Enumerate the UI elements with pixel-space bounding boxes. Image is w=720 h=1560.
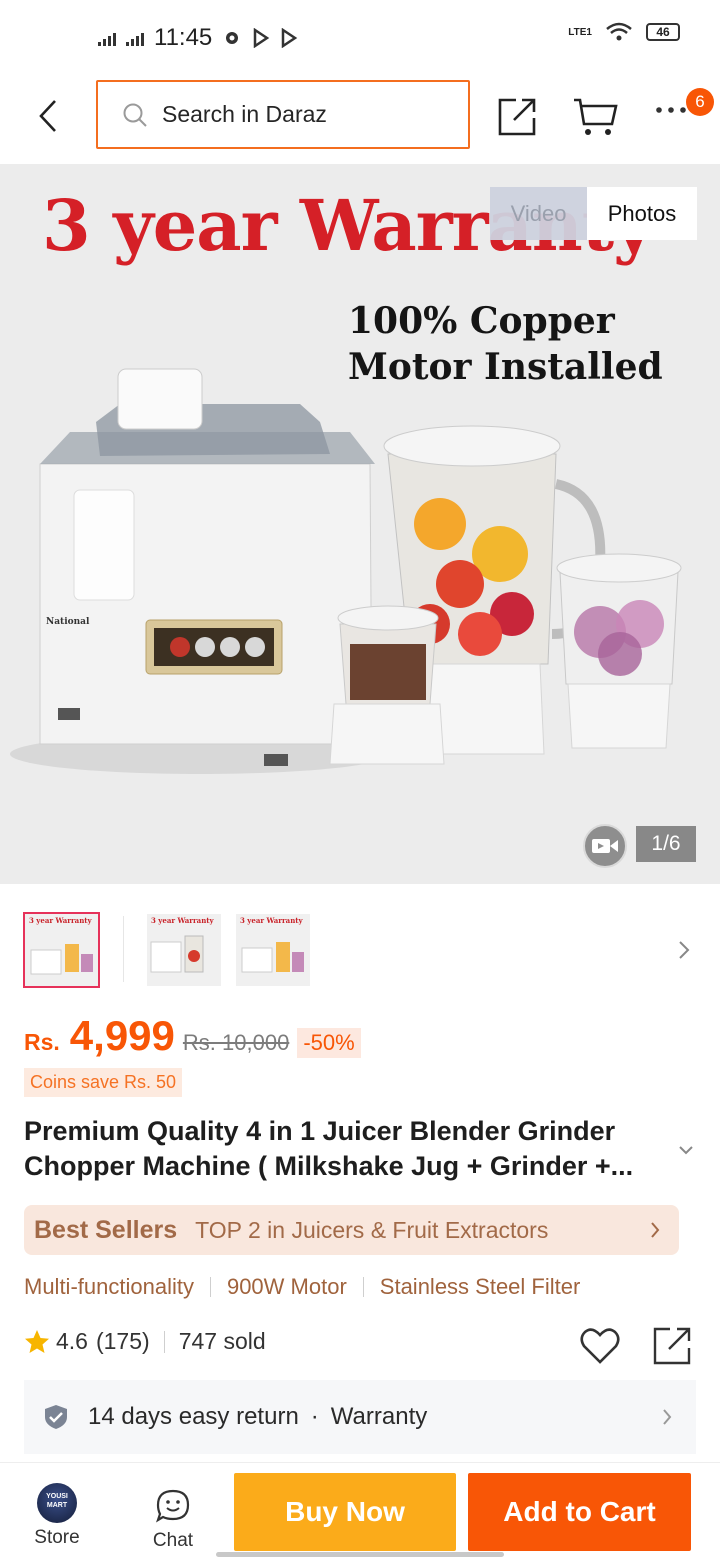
tab-video[interactable]: Video: [490, 187, 587, 240]
thumbnail-2[interactable]: 3 year Warranty: [147, 914, 221, 986]
chat-label: Chat: [152, 1530, 194, 1551]
search-icon: [123, 103, 147, 127]
product-photo: National: [10, 368, 682, 774]
more-icon: [656, 107, 686, 113]
back-chevron-icon: [39, 100, 56, 132]
status-bar: 11:45 LTE1 46: [0, 0, 720, 76]
status-right: LTE1 46: [568, 22, 680, 42]
product-image-gallery[interactable]: 3 year Warranty 100% Copper Motor Instal…: [0, 164, 720, 884]
product-title: Premium Quality 4 in 1 Juicer Blender Gr…: [24, 1116, 634, 1181]
best-sellers-banner[interactable]: Best Sellers TOP 2 in Juicers & Fruit Ex…: [24, 1205, 679, 1255]
settings-icon: [226, 32, 239, 44]
best-sellers-rank: TOP 2 in Juicers & Fruit Extractors: [195, 1216, 549, 1243]
warranty-text: Warranty: [330, 1403, 428, 1430]
play-video-button[interactable]: [583, 824, 627, 868]
chevron-right-icon: [663, 1409, 672, 1425]
feature-tags: Multi-functionality 900W Motor Stainless…: [24, 1274, 580, 1300]
home-indicator[interactable]: [216, 1552, 504, 1557]
play-icon: [254, 28, 270, 48]
thumbnail-image: [30, 944, 93, 975]
thumbnail-next-button[interactable]: [674, 938, 694, 962]
discount-badge: -50%: [297, 1028, 361, 1058]
share-icon: [498, 98, 536, 136]
feature-tag: Multi-functionality: [24, 1274, 194, 1299]
back-button[interactable]: [28, 94, 68, 138]
store-label: Store: [34, 1527, 80, 1548]
store-button[interactable]: YOUSI MART Store: [24, 1483, 90, 1553]
rating-divider: [163, 1330, 165, 1353]
thumbnail-image: [150, 935, 204, 973]
share-product-button[interactable]: [652, 1324, 694, 1366]
store-logo: YOUSI MART: [37, 1483, 77, 1523]
price-currency: Rs.: [24, 1029, 60, 1055]
rating-score: 4.6: [56, 1328, 88, 1354]
feature-divider: [209, 1277, 211, 1297]
search-input[interactable]: Search in Daraz: [96, 80, 470, 149]
brand-label: National: [46, 617, 90, 627]
search-placeholder: Search in Daraz: [162, 101, 327, 127]
shield-check-icon: [45, 1405, 67, 1429]
thumbnail-divider: [123, 916, 124, 982]
bottom-action-bar: YOUSI MART Store Chat Buy Now Add to Car…: [0, 1462, 720, 1560]
wishlist-button[interactable]: [578, 1324, 622, 1368]
status-left: 11:45: [98, 24, 298, 52]
feature-tag: Stainless Steel Filter: [379, 1274, 581, 1299]
chevron-down-icon: [679, 1146, 693, 1155]
video-camera-icon: [592, 839, 618, 853]
wifi-icon: [606, 22, 632, 41]
chevron-right-icon: [651, 1222, 660, 1238]
price-row: Rs. 4,999 Rs. 10,000 -50%: [24, 1012, 361, 1060]
thumbnail-strip: 3 year Warranty 3 year Warranty 3 year W…: [0, 884, 720, 994]
clock: 11:45: [154, 24, 213, 51]
easy-return-text: 14 days easy return: [88, 1403, 299, 1430]
service-separator: ·: [310, 1403, 319, 1430]
signal-icon: [98, 30, 116, 46]
header: Search in Daraz 6: [0, 76, 720, 164]
cart-count-badge: 6: [686, 88, 714, 116]
feature-tag: 900W Motor: [226, 1274, 347, 1299]
chevron-right-icon: [679, 941, 690, 959]
coins-save-badge: Coins save Rs. 50: [24, 1068, 183, 1097]
cart-icon: [574, 98, 618, 135]
tab-photos[interactable]: Photos: [587, 187, 697, 240]
battery-indicator: 46: [646, 23, 680, 41]
thumbnail-image: [241, 942, 304, 973]
heart-icon: [580, 1328, 620, 1364]
thumbnail-3[interactable]: 3 year Warranty: [236, 914, 310, 986]
signal-icon-2: [126, 30, 144, 46]
best-sellers-label: Best Sellers: [34, 1215, 178, 1244]
share-button[interactable]: [496, 94, 540, 138]
chat-button[interactable]: Chat: [146, 1489, 200, 1553]
feature-divider: [362, 1277, 364, 1297]
rating-row[interactable]: 4.6 (175) 747 sold: [24, 1328, 266, 1355]
media-tabs: Video Photos: [490, 187, 697, 240]
add-to-cart-button[interactable]: Add to Cart: [468, 1473, 691, 1551]
volte-label: LTE1: [568, 26, 592, 38]
rating-count: (175): [95, 1328, 150, 1354]
thumbnail-1[interactable]: 3 year Warranty: [23, 912, 100, 988]
chat-icon: [156, 1489, 190, 1523]
share-icon: [653, 1327, 691, 1365]
star-icon: [25, 1329, 49, 1353]
service-info-row[interactable]: 14 days easy return · Warranty: [24, 1380, 696, 1454]
cart-button[interactable]: [572, 94, 620, 138]
expand-title-button[interactable]: [676, 1142, 696, 1158]
original-price: Rs. 10,000: [182, 1030, 290, 1055]
sold-count: 747 sold: [178, 1328, 266, 1354]
current-price: 4,999: [69, 1012, 175, 1059]
image-counter: 1/6: [636, 826, 696, 862]
buy-now-button[interactable]: Buy Now: [234, 1473, 456, 1551]
play-icon-2: [282, 28, 298, 48]
